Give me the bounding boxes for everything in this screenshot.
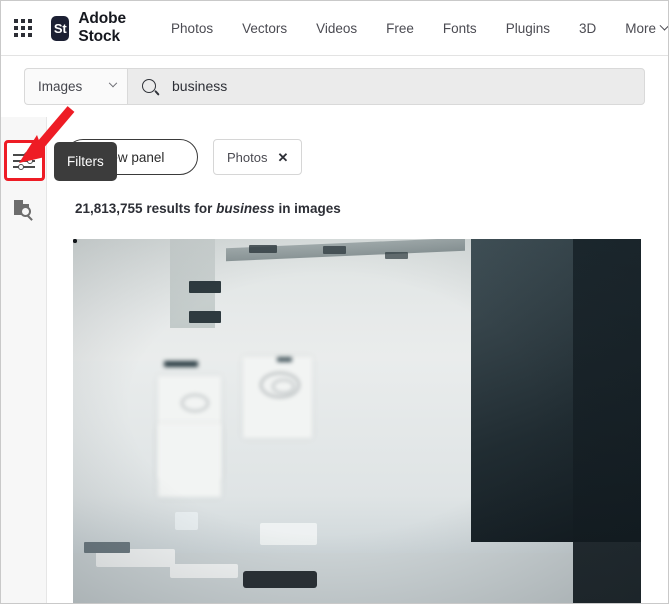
nav-item-plugins[interactable]: Plugins: [506, 21, 550, 36]
nav-more-label: More: [625, 20, 656, 36]
chevron-down-icon: [659, 20, 668, 31]
search-type-value: Images: [38, 78, 83, 94]
nav-item-fonts[interactable]: Fonts: [443, 21, 477, 36]
search-results-panel: View panel Photos ✕ Filters 21,813,755 r…: [47, 117, 668, 603]
nav-item-photos[interactable]: Photos: [171, 21, 213, 36]
search-type-select[interactable]: Images: [24, 67, 127, 105]
results-count-text: 21,813,755 results for business in image…: [75, 201, 341, 216]
chevron-down-icon: [108, 78, 118, 88]
filter-chip-photos[interactable]: Photos ✕: [213, 139, 303, 175]
primary-nav: Photos Vectors Videos Free Fonts Plugins…: [171, 20, 668, 36]
filter-chip-label: Photos: [227, 149, 268, 165]
visual-search-button[interactable]: [8, 194, 40, 226]
search-bar-row: Images business: [1, 56, 668, 116]
brand-name-label: Adobe Stock: [78, 10, 127, 45]
results-suffix-label: in images: [278, 201, 341, 216]
nav-item-3d[interactable]: 3D: [579, 21, 596, 36]
adobe-stock-logo[interactable]: St Adobe Stock: [51, 10, 147, 46]
nav-item-videos[interactable]: Videos: [316, 21, 357, 36]
nav-item-more[interactable]: More: [625, 20, 668, 36]
filters-tooltip: Filters: [54, 142, 117, 181]
browser-content-area: St Adobe Stock Photos Vectors Videos Fre…: [0, 0, 669, 604]
sliders-icon: [13, 151, 35, 170]
search-input-value: business: [172, 78, 228, 94]
search-input[interactable]: business: [127, 67, 645, 105]
nav-item-free[interactable]: Free: [386, 21, 414, 36]
nav-item-vectors[interactable]: Vectors: [242, 21, 287, 36]
result-image: [73, 239, 641, 603]
stock-logo-mark: St: [51, 15, 70, 41]
left-icon-rail: [1, 117, 47, 603]
results-query-term: business: [216, 201, 275, 216]
visual-search-icon: [14, 199, 34, 221]
close-icon[interactable]: ✕: [277, 151, 288, 164]
result-image-tile[interactable]: [73, 239, 641, 603]
top-navigation-bar: St Adobe Stock Photos Vectors Videos Fre…: [1, 1, 668, 56]
search-icon: [142, 79, 156, 93]
app-switcher-icon[interactable]: [14, 17, 32, 39]
results-prefix-label: results for: [146, 201, 213, 216]
results-count-number: 21,813,755: [75, 201, 143, 216]
